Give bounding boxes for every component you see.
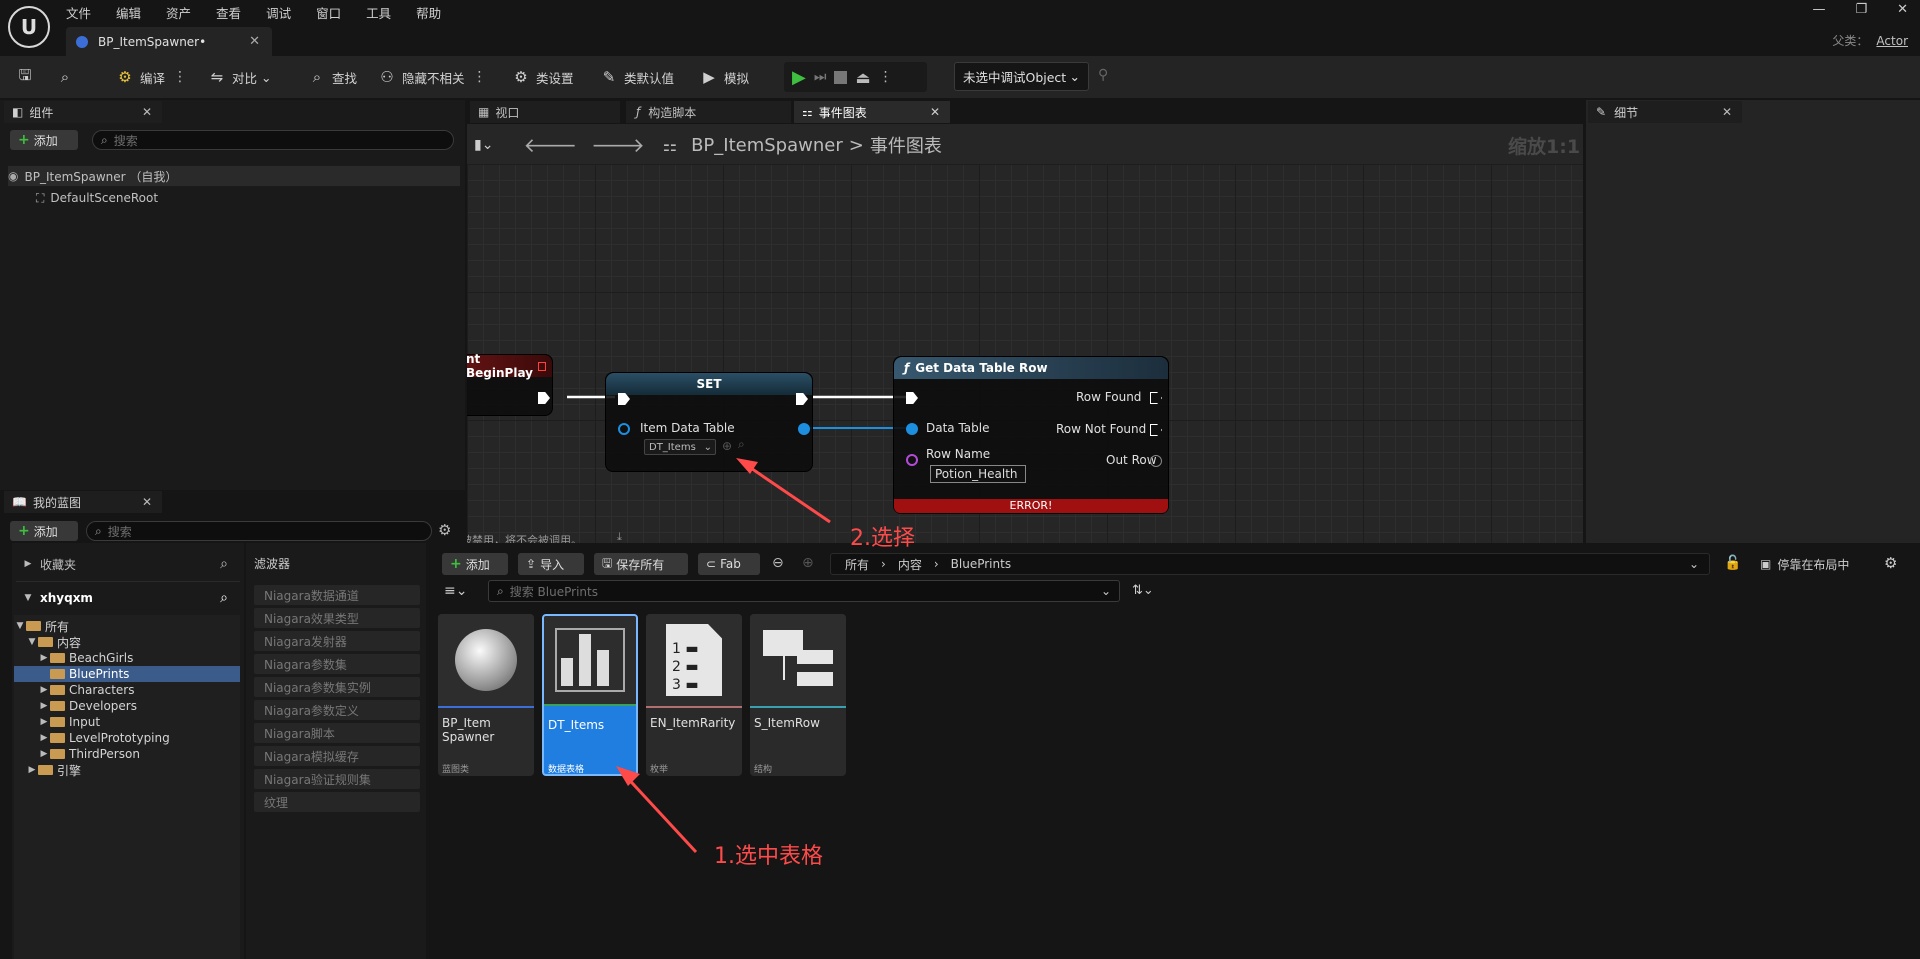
annotation-step-1: 1.选中表格 [714, 844, 823, 869]
annotation-step-2: 2.选择 [850, 526, 915, 551]
annotation-arrow-1 [620, 770, 698, 854]
annotation-arrows [616, 458, 831, 854]
annotation-arrowhead-1 [616, 766, 640, 786]
annotation-arrow-2 [741, 460, 831, 524]
